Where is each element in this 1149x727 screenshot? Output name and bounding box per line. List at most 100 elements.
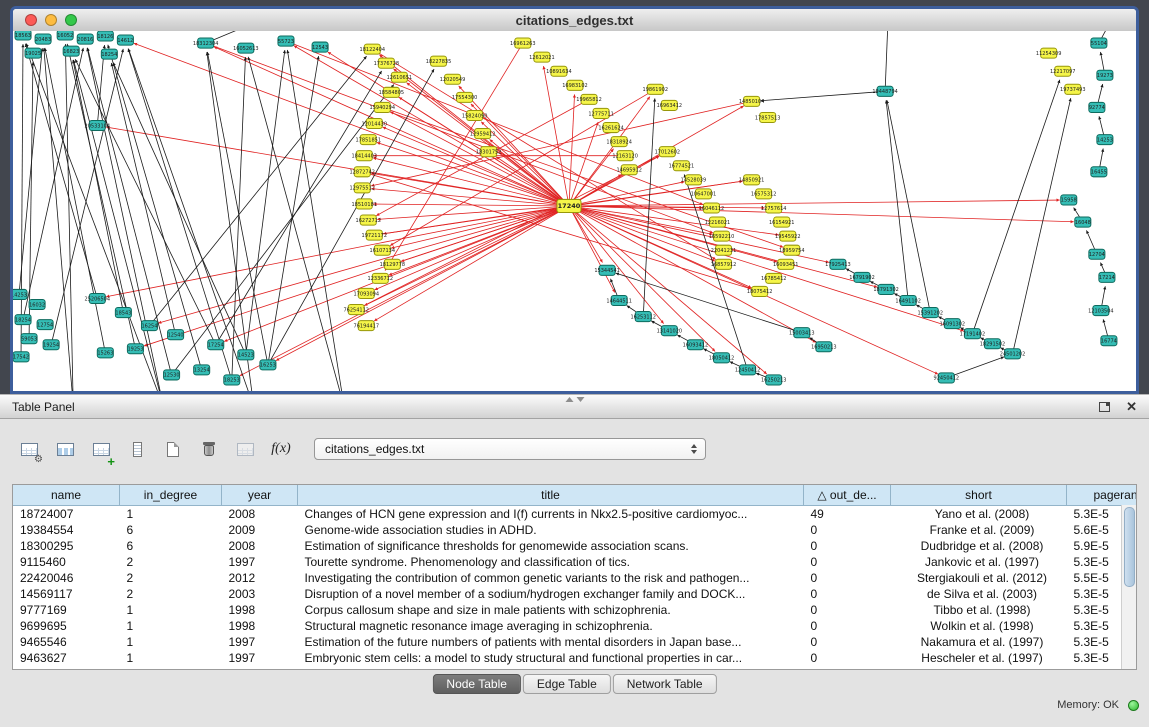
table-row[interactable]: 969969511998Structural magnetic resonanc… [13,618,1137,634]
minimize-window-icon[interactable] [45,14,57,26]
table-row[interactable]: 946554611997Estimation of the future num… [13,634,1137,650]
graph-edge[interactable] [569,94,575,206]
graph-edge[interactable] [106,206,569,297]
graph-edge[interactable] [569,200,1060,206]
graph-node-label: 18414403 [351,153,377,159]
select-rows-button[interactable] [124,436,150,462]
graph-edge[interactable] [371,189,569,206]
graph-edge[interactable] [65,44,73,391]
graph-edge[interactable] [87,48,163,391]
graph-node-label: 16261624 [598,125,624,131]
show-columns-button[interactable] [52,436,78,462]
graph-edge[interactable] [240,206,569,376]
table-scrollbar[interactable] [1121,505,1136,669]
graph-edge[interactable] [207,52,268,365]
column-header-name[interactable]: name [13,485,120,506]
graph-edge[interactable] [761,91,885,100]
graph-node-label: 12103504 [1088,308,1114,314]
table-row[interactable]: 1456911722003Disruption of a novel membe… [13,586,1137,602]
graph-node-label: 14850104 [739,99,765,105]
graph-edge[interactable] [885,31,888,91]
table-body: 1872400712008Changes of HCN gene express… [13,506,1137,667]
column-header-in_degree[interactable]: in_degree [120,485,222,506]
graph-edge[interactable] [286,41,703,205]
graph-node-label: 17554300 [452,95,478,101]
graph-edge[interactable] [29,62,33,339]
new-table-button[interactable] [160,436,186,462]
column-header-out_de[interactable]: △ out_de... [804,485,891,506]
table-row[interactable]: 1938455462009Genome-wide association stu… [13,522,1137,538]
column-header-year[interactable]: year [222,485,298,506]
graph-node-label: 14528039 [681,178,707,184]
cell: Jankovic et al. (1997) [891,554,1067,570]
graph-edge[interactable] [294,46,569,206]
column-header-short[interactable]: short [891,485,1067,506]
column-header-pagerank[interactable]: pagerank [1067,485,1138,506]
close-panel-icon[interactable]: ✕ [1126,400,1137,413]
graph-edge[interactable] [886,100,908,300]
column-header-title[interactable]: title [298,485,804,506]
window-titlebar[interactable]: citations_edges.txt [13,9,1136,32]
splitter-handle[interactable] [565,397,584,402]
graph-edge[interactable] [375,206,569,290]
tab-network-table[interactable]: Network Table [613,674,717,694]
graph-edge[interactable] [276,206,569,361]
import-table-button[interactable] [232,436,258,462]
graph-edge[interactable] [569,206,1074,222]
graph-edge[interactable] [45,48,105,353]
float-panel-icon[interactable] [1099,402,1110,412]
table-selector[interactable]: citations_edges.txt [314,438,706,460]
cell: Genome-wide association studies in ADHD. [298,522,804,538]
graph-edge[interactable] [268,56,319,365]
graph-node-label: 92450412 [934,376,960,382]
graph-node-label: 19254 [43,343,59,349]
graph-edge[interactable] [232,57,246,380]
graph-node-label: 17012602 [655,149,681,155]
graph-edge[interactable] [569,206,715,351]
delete-table-button[interactable] [196,436,222,462]
create-column-button[interactable]: + [88,436,114,462]
table-row[interactable]: 911546021997Tourette syndrome. Phenomeno… [13,554,1137,570]
graph-node-label: 16093412 [683,343,709,349]
table-row[interactable]: 1872400712008Changes of HCN gene express… [13,506,1137,523]
table-settings-button[interactable]: ⚙ [16,436,42,462]
graph-node-label: 12754 [37,322,53,328]
graph-edge[interactable] [113,62,246,354]
graph-edge[interactable] [149,56,366,325]
graph-edge[interactable] [972,80,1059,334]
graph-node-label: 16857912 [711,262,737,268]
function-builder-button[interactable]: f(x) [268,436,294,462]
close-window-icon[interactable] [25,14,37,26]
graph-node-label: 14523 [238,353,254,359]
graph-edge[interactable] [887,100,930,312]
graph-node-label: 15344541 [594,268,620,274]
graph-node-label: 16052613 [233,46,259,52]
scrollbar-thumb[interactable] [1124,507,1135,587]
table-row[interactable]: 977716911998Corpus callosum shape and si… [13,602,1137,618]
graph-node-label: 18227835 [426,59,452,65]
graph-node-label: 18318924 [606,139,632,145]
tab-node-table[interactable]: Node Table [432,674,521,694]
graph-edge[interactable] [172,84,394,374]
graph-edge[interactable] [1013,98,1071,354]
graph-node-label: 19448794 [872,89,898,95]
network-canvas[interactable]: 1724018122404173767281261065118584805159… [13,31,1136,391]
graph-node-label: 18543 [115,310,131,316]
graph-edge[interactable] [569,122,598,206]
graph-edge[interactable] [21,44,23,357]
zoom-window-icon[interactable] [65,14,77,26]
graph-edge[interactable] [373,158,569,206]
graph-node-label: 16455 [1091,170,1107,176]
table-row[interactable]: 2242004622012Investigating the contribut… [13,570,1137,586]
graph-node-label: 17191402 [960,331,986,337]
graph-node-label: 11254309 [1036,51,1062,57]
graph-edge[interactable] [246,50,285,355]
cell: 2 [120,586,222,602]
graph-edge[interactable] [224,206,569,341]
graph-node-label: 19545922 [775,234,801,240]
graph-node-label: 92774 [1089,105,1105,111]
table-row[interactable]: 946362711997Embryonic stem cells: a mode… [13,650,1137,666]
graph-edge[interactable] [134,43,569,206]
table-row[interactable]: 1830029562008Estimation of significance … [13,538,1137,554]
tab-edge-table[interactable]: Edge Table [523,674,611,694]
